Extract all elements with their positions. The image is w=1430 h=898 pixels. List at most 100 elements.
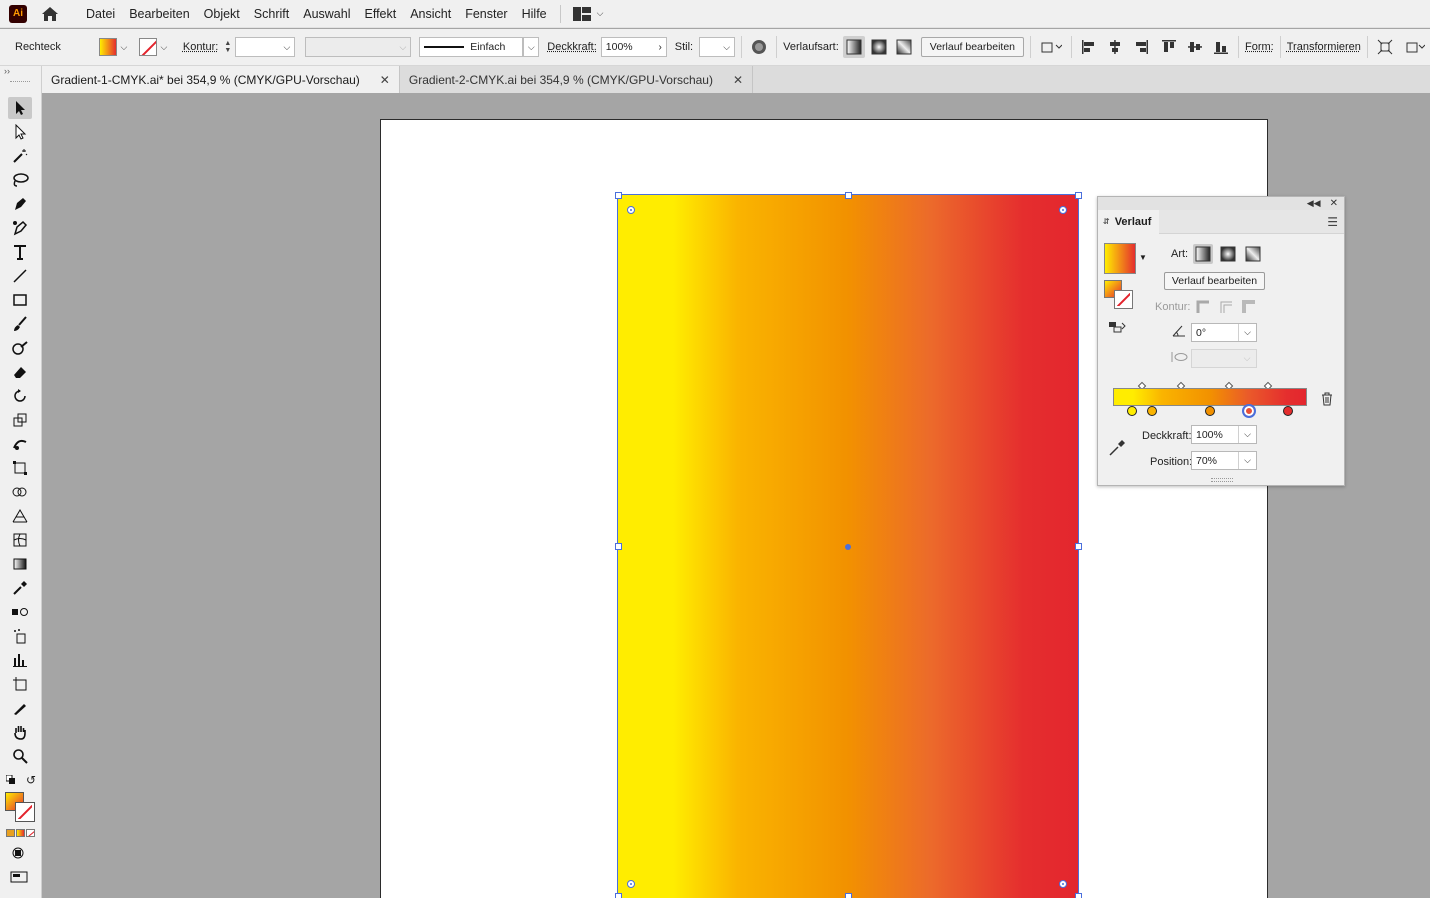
- color-mode-icon[interactable]: [6, 829, 15, 837]
- delete-stop-icon[interactable]: [1321, 392, 1333, 409]
- menu-auswahl[interactable]: Auswahl: [296, 0, 357, 28]
- gradient-preview-swatch[interactable]: [1104, 243, 1136, 274]
- stroke-label[interactable]: Kontur:: [183, 41, 218, 53]
- gradient-stop[interactable]: [1282, 406, 1293, 416]
- screen-mode-icon[interactable]: [10, 870, 28, 887]
- edit-gradient-button[interactable]: Verlauf bearbeiten: [1164, 272, 1265, 290]
- aspect-ratio-input[interactable]: ⌵: [1191, 349, 1257, 368]
- panel-resize-grip[interactable]: [1211, 478, 1233, 482]
- stroke-within-icon[interactable]: [1193, 297, 1213, 317]
- rectangle-tool-icon[interactable]: [8, 289, 32, 311]
- swap-colors-icon[interactable]: ↺: [26, 773, 36, 787]
- blend-tool-icon[interactable]: [8, 601, 32, 623]
- home-icon[interactable]: [39, 3, 61, 25]
- corner-widget[interactable]: [1059, 880, 1067, 888]
- menu-effekt[interactable]: Effekt: [357, 0, 403, 28]
- linear-gradient-icon[interactable]: [842, 36, 865, 58]
- stroke-across-icon[interactable]: [1239, 297, 1259, 317]
- reverse-gradient-icon[interactable]: [1108, 320, 1126, 337]
- opacity-label[interactable]: Deckkraft:: [547, 41, 597, 53]
- edit-gradient-button[interactable]: Verlauf bearbeiten: [920, 37, 1024, 57]
- menu-objekt[interactable]: Objekt: [197, 0, 247, 28]
- align-horizontal-center-icon[interactable]: [1104, 36, 1126, 58]
- hand-tool-icon[interactable]: [8, 721, 32, 743]
- align-right-icon[interactable]: [1130, 36, 1152, 58]
- linear-gradient-icon[interactable]: [1193, 244, 1213, 264]
- eraser-tool-icon[interactable]: [8, 361, 32, 383]
- fill-dropdown-icon[interactable]: ⌵: [117, 37, 131, 57]
- tab-gradient-2[interactable]: Gradient-2-CMYK.ai bei 354,9 % (CMYK/GPU…: [400, 66, 754, 93]
- stroke-style-chevron-icon[interactable]: ⌵: [523, 37, 540, 57]
- angle-input[interactable]: 0° ⌵: [1191, 323, 1257, 342]
- gradient-mode-icon[interactable]: [16, 829, 25, 837]
- scale-tool-icon[interactable]: [8, 409, 32, 431]
- puppet-warp-tool-icon[interactable]: [8, 433, 32, 455]
- gradient-stop-selected[interactable]: [1241, 404, 1256, 418]
- menu-ansicht[interactable]: Ansicht: [403, 0, 458, 28]
- freeform-gradient-icon[interactable]: [1243, 244, 1263, 264]
- gradient-slider[interactable]: [1113, 388, 1307, 406]
- perspective-grid-tool-icon[interactable]: [8, 505, 32, 527]
- close-icon[interactable]: ✕: [380, 73, 390, 87]
- shape-label[interactable]: Form:: [1245, 41, 1274, 53]
- bounding-box-handle[interactable]: [615, 893, 622, 898]
- free-transform-tool-icon[interactable]: [8, 457, 32, 479]
- style-dropdown[interactable]: ⌵: [699, 37, 736, 57]
- shaper-tool-icon[interactable]: [8, 337, 32, 359]
- stroke-dropdown-icon[interactable]: ⌵: [157, 37, 171, 57]
- align-to-icon[interactable]: [1037, 36, 1065, 58]
- bounding-box-handle[interactable]: [845, 192, 852, 199]
- corner-widget[interactable]: [627, 206, 635, 214]
- curvature-tool-icon[interactable]: [8, 217, 32, 239]
- opacity-input[interactable]: 100% ›: [600, 37, 667, 57]
- mesh-tool-icon[interactable]: [8, 529, 32, 551]
- panel-grip[interactable]: [10, 81, 30, 83]
- stop-opacity-input[interactable]: 100% ⌵: [1191, 425, 1257, 444]
- line-tool-icon[interactable]: [8, 265, 32, 287]
- menu-fenster[interactable]: Fenster: [458, 0, 514, 28]
- stroke-color-swatch[interactable]: [15, 802, 35, 822]
- bounding-box-handle[interactable]: [615, 543, 622, 550]
- slice-tool-icon[interactable]: [8, 697, 32, 719]
- workspace-switcher[interactable]: ⌵: [572, 6, 603, 21]
- panel-titlebar[interactable]: ◀◀ ✕: [1098, 197, 1344, 210]
- stroke-along-icon[interactable]: [1216, 297, 1236, 317]
- transform-label[interactable]: Transformieren: [1287, 41, 1361, 53]
- draw-mode-icon[interactable]: [11, 846, 27, 863]
- rotate-tool-icon[interactable]: [8, 385, 32, 407]
- selection-tool-icon[interactable]: [8, 97, 32, 119]
- artboard-tool-icon[interactable]: [8, 673, 32, 695]
- menu-icon[interactable]: ☰: [1327, 215, 1338, 229]
- zoom-tool-icon[interactable]: [8, 745, 32, 767]
- gradient-stop[interactable]: [1205, 406, 1215, 416]
- stroke-swatch[interactable]: [138, 38, 157, 56]
- freeform-gradient-icon[interactable]: [893, 36, 915, 58]
- align-left-icon[interactable]: [1078, 36, 1100, 58]
- stroke-stepper-icon[interactable]: ▲ ▼: [224, 40, 231, 54]
- bounding-box-handle[interactable]: [845, 893, 852, 898]
- none-mode-icon[interactable]: [26, 829, 35, 837]
- lasso-tool-icon[interactable]: [8, 169, 32, 191]
- recolor-artwork-icon[interactable]: [748, 36, 770, 58]
- stop-position-input[interactable]: 70% ⌵: [1191, 451, 1257, 470]
- direct-selection-tool-icon[interactable]: [8, 121, 32, 143]
- default-colors-icon[interactable]: [5, 774, 16, 788]
- stroke-none-swatch[interactable]: [1114, 290, 1133, 309]
- gradient-tool-icon[interactable]: [8, 553, 32, 575]
- bounding-box-handle[interactable]: [1075, 893, 1082, 898]
- close-icon[interactable]: ✕: [1330, 198, 1338, 209]
- close-icon[interactable]: ✕: [733, 73, 743, 87]
- chevron-down-icon[interactable]: ▼: [1139, 253, 1147, 262]
- eyedropper-icon[interactable]: [1108, 439, 1126, 460]
- corner-widget[interactable]: [1059, 206, 1067, 214]
- bounding-box-handle[interactable]: [1075, 543, 1082, 550]
- collapse-icon[interactable]: ››: [4, 66, 10, 76]
- tab-gradient-1[interactable]: Gradient-1-CMYK.ai* bei 354,9 % (CMYK/GP…: [42, 66, 400, 93]
- panel-options-icon[interactable]: [1404, 36, 1426, 58]
- isolate-icon[interactable]: [1374, 36, 1396, 58]
- panel-tab-gradient[interactable]: ⇵ Verlauf: [1098, 209, 1160, 234]
- radial-gradient-icon[interactable]: [868, 36, 890, 58]
- fill-swatch[interactable]: [98, 38, 117, 56]
- radial-gradient-icon[interactable]: [1218, 244, 1238, 264]
- menu-schrift[interactable]: Schrift: [247, 0, 296, 28]
